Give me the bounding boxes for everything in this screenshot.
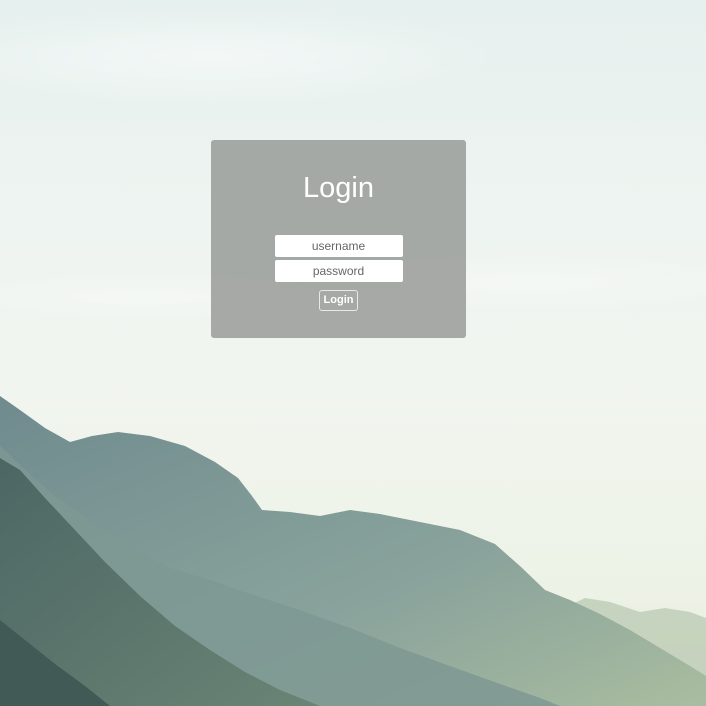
login-panel: Login Login (211, 140, 466, 338)
username-input[interactable] (274, 235, 403, 257)
password-input[interactable] (274, 260, 403, 282)
login-button[interactable]: Login (318, 290, 359, 311)
login-title: Login (303, 172, 374, 204)
background-mountains (0, 396, 706, 706)
